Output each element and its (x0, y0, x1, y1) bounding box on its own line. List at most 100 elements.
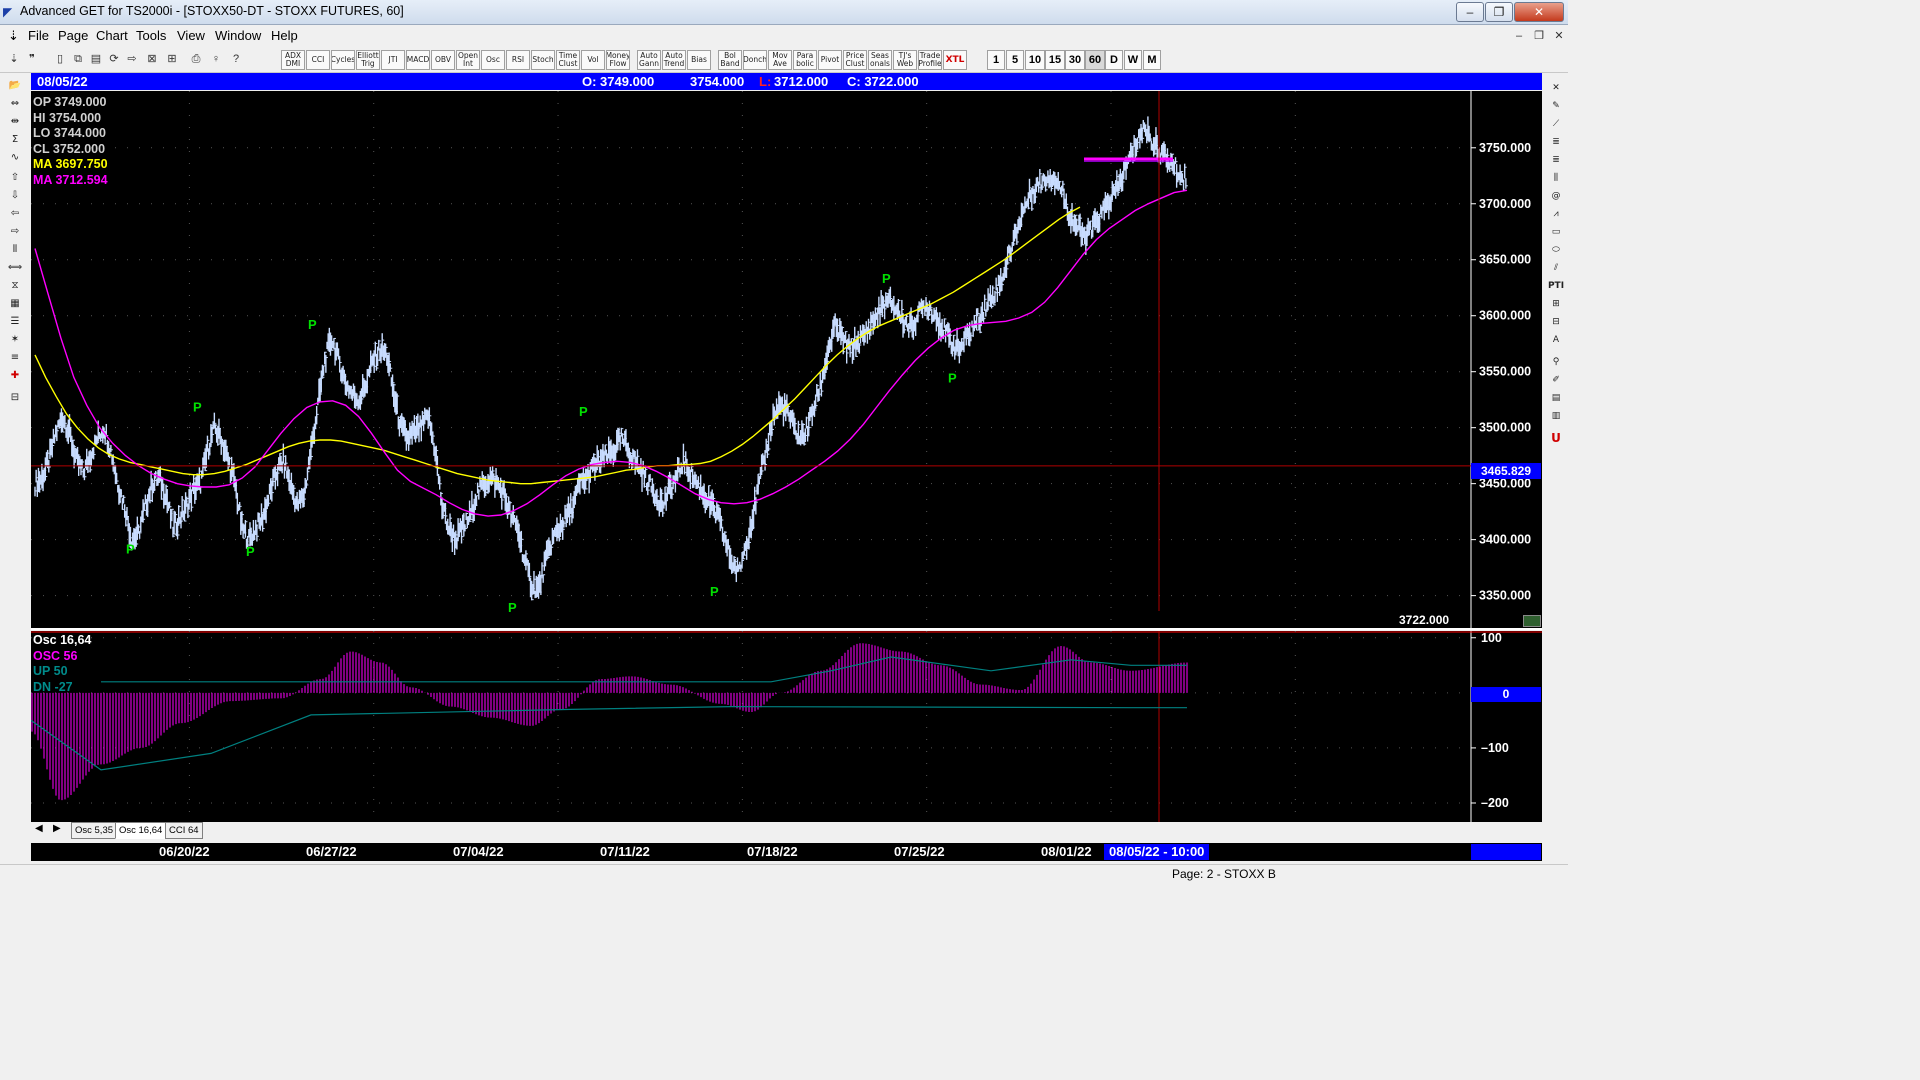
arrow-down-icon[interactable]: ⇩ (4, 188, 26, 204)
period-button-10[interactable]: 10 (1025, 50, 1045, 70)
bars-icon[interactable]: ⫴ (4, 242, 26, 258)
study-icon[interactable]: Σ (4, 132, 26, 148)
menu-page[interactable]: Page (58, 28, 88, 43)
mob-icon[interactable]: ⊟ (1547, 314, 1565, 330)
price-chart[interactable]: 3750.000 3700.000 3650.000 3600.000 3550.000… (31, 91, 1542, 630)
text-tool-icon[interactable]: A (1547, 332, 1565, 348)
compress-icon[interactable]: ⧖ (4, 278, 26, 294)
pencil-icon[interactable]: ✎ (1547, 98, 1565, 114)
study-button-stoch[interactable]: Stoch (531, 50, 555, 70)
period-button-1[interactable]: 1 (987, 50, 1005, 70)
crosshair-icon[interactable]: ✚ (4, 368, 26, 384)
study-button-jti[interactable]: JTI (381, 50, 405, 70)
channel-icon[interactable]: ⫽ (1547, 260, 1565, 276)
study-button-money-flow[interactable]: Money Flow (606, 50, 630, 70)
tip-icon[interactable]: ♀ (208, 51, 224, 67)
gann-icon[interactable]: ✶ (4, 332, 26, 348)
study-button-vol[interactable]: Vol (581, 50, 605, 70)
study-button-rsi[interactable]: RSI (506, 50, 530, 70)
study-button-auto-trend[interactable]: Auto Trend (662, 50, 686, 70)
forward-icon[interactable]: ⇨ (124, 51, 140, 67)
mdi-minimize-icon[interactable]: – (1510, 28, 1528, 44)
paint-icon[interactable]: ✐ (1547, 372, 1565, 388)
open-folder-icon[interactable]: 📂 (4, 78, 26, 94)
table-icon[interactable]: ⊞ (164, 51, 180, 67)
print-icon[interactable]: ⎙ (188, 51, 204, 67)
minimize-button[interactable]: – (1456, 2, 1484, 22)
period-button-15[interactable]: 15 (1045, 50, 1065, 70)
magnify-icon[interactable]: ⚲ (1547, 354, 1565, 370)
study-button-adx-dmi[interactable]: ADX DMI (281, 50, 305, 70)
menu-chart[interactable]: Chart (96, 28, 128, 43)
ellipse-icon[interactable]: ⬭ (1547, 242, 1565, 258)
new-page-icon[interactable]: ▯ (52, 51, 68, 67)
study-button-mov-ave[interactable]: Mov Ave (768, 50, 792, 70)
reset-icon[interactable]: ⇹ (4, 114, 26, 130)
study-button-trade-profile[interactable]: Trade Profile (918, 50, 942, 70)
study-button-obv[interactable]: OBV (431, 50, 455, 70)
oscillator-svg[interactable]: 100 –100 –200 (30, 631, 1542, 822)
fib-time-icon[interactable]: ⫼ (1547, 170, 1565, 186)
tab-scroll-left-icon[interactable]: ◀ (35, 823, 43, 834)
refresh-icon[interactable]: ⟳ (106, 51, 122, 67)
copy-icon[interactable]: ⧉ (70, 51, 86, 67)
window-icon[interactable]: ▦ (4, 296, 26, 312)
zoom-icon[interactable]: ⇔ (4, 96, 26, 112)
study-button-cci[interactable]: CCI (306, 50, 330, 70)
period-button-60[interactable]: 60 (1085, 50, 1105, 70)
period-button-d[interactable]: D (1105, 50, 1123, 70)
menu-tools[interactable]: Tools (136, 28, 166, 43)
mdi-restore-icon[interactable]: ❐ (1530, 28, 1548, 44)
fib-icon[interactable]: ≡ (4, 350, 26, 366)
menu-window[interactable]: Window (215, 28, 261, 43)
chart-corner-icon[interactable] (1523, 615, 1541, 627)
pointer-icon[interactable]: ⇣ (6, 51, 22, 67)
tab-osc-5-35[interactable]: Osc 5,35 (71, 822, 118, 839)
elliott-icon[interactable]: ∿ (4, 150, 26, 166)
grid-tool-icon[interactable]: ⊞ (1547, 296, 1565, 312)
study-button-price-clust[interactable]: Price Clust (843, 50, 867, 70)
ruler-icon[interactable]: ▤ (1547, 390, 1565, 406)
tab-cci-64[interactable]: CCI 64 (165, 822, 203, 839)
oscillator-pane[interactable]: 100 –100 –200 Osc 16,64 OSC 56 UP 50 DN -2… (30, 631, 1542, 822)
study-button-macd[interactable]: MACD (406, 50, 430, 70)
fib-retracement-icon[interactable]: ≣ (1547, 134, 1565, 150)
pti-icon[interactable]: PTI (1547, 278, 1565, 294)
study-button-open-int[interactable]: Open Int (456, 50, 480, 70)
study-button-cycles[interactable]: Cycles (331, 50, 355, 70)
magnet-icon[interactable]: U (1547, 430, 1565, 446)
price-chart-svg[interactable]: 3750.000 3700.000 3650.000 3600.000 3550.000… (31, 91, 1542, 630)
expand-icon[interactable]: ⟺ (4, 260, 26, 276)
study-button-donch[interactable]: Donch (743, 50, 767, 70)
lines-icon[interactable]: ☰ (4, 314, 26, 330)
period-button-m[interactable]: M (1143, 50, 1161, 70)
study-button-time-clust[interactable]: Time Clust (556, 50, 580, 70)
maximize-button[interactable]: ❐ (1485, 2, 1513, 22)
study-button-auto-gann[interactable]: Auto Gann (637, 50, 661, 70)
spiral-icon[interactable]: @ (1547, 188, 1565, 204)
study-button-osc[interactable]: Osc (481, 50, 505, 70)
help-icon[interactable]: ? (228, 51, 244, 67)
tab-scroll-right-icon[interactable]: ▶ (53, 823, 61, 834)
period-button-w[interactable]: W (1124, 50, 1142, 70)
period-button-5[interactable]: 5 (1006, 50, 1024, 70)
period-button-30[interactable]: 30 (1065, 50, 1085, 70)
tab-osc-16-64[interactable]: Osc 16,64 (115, 822, 167, 839)
fib-extension-icon[interactable]: ≣ (1547, 152, 1565, 168)
trendline-icon[interactable]: ⟋ (1547, 116, 1565, 132)
box-icon[interactable]: ▭ (1547, 224, 1565, 240)
mdi-close-icon[interactable]: ✕ (1550, 28, 1568, 44)
close-button[interactable]: ✕ (1514, 2, 1564, 22)
arrow-left-icon[interactable]: ⇦ (4, 206, 26, 222)
grid-icon[interactable]: ⊠ (144, 51, 160, 67)
fan-icon[interactable]: ⩘ (1547, 206, 1565, 222)
study-button-bias[interactable]: Bias (687, 50, 711, 70)
study-button-para-bolic[interactable]: Para bolic (793, 50, 817, 70)
study-button-seas-onals[interactable]: Seas onals (868, 50, 892, 70)
study-button-xtl[interactable]: XTL (943, 50, 967, 70)
quote-icon[interactable]: ❞ (24, 51, 40, 67)
list-icon[interactable]: ▥ (1547, 408, 1565, 424)
properties-icon[interactable]: ⊟ (4, 390, 26, 406)
study-button-tj-s-web[interactable]: TJ's Web (893, 50, 917, 70)
study-button-elliott-trig[interactable]: Elliott Trig (356, 50, 380, 70)
